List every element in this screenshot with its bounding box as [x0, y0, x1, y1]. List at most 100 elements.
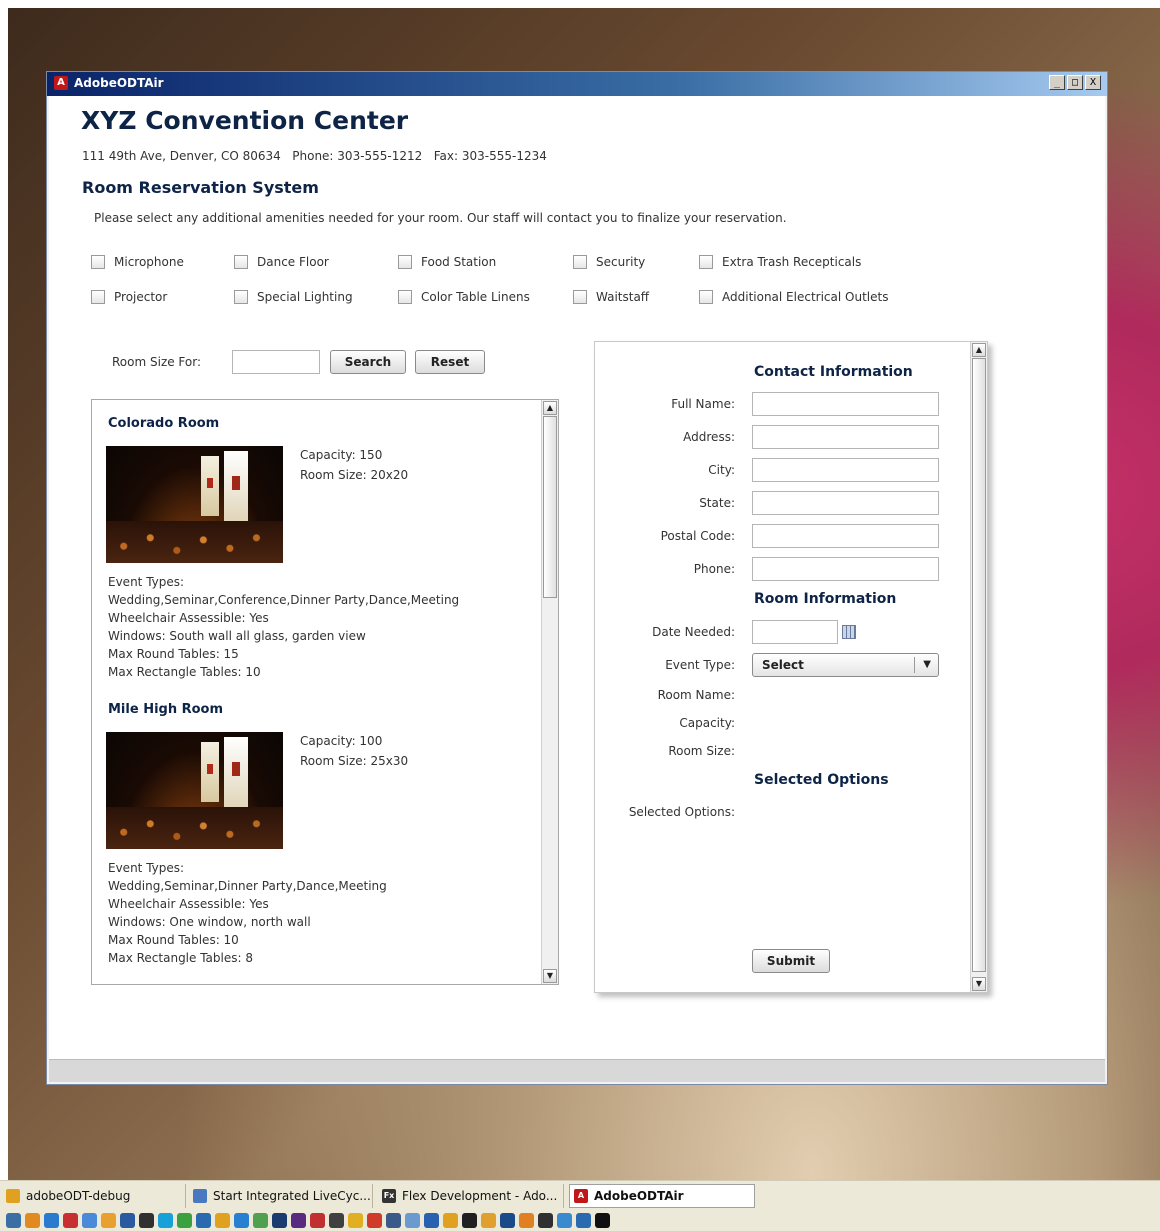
maximize-button[interactable]: □: [1067, 75, 1083, 90]
checkbox-food-station[interactable]: Food Station: [398, 255, 496, 269]
date-needed-field[interactable]: [752, 620, 838, 644]
quick-launch-icon[interactable]: [329, 1213, 344, 1228]
room-detail-line: Windows: South wall all glass, garden vi…: [108, 629, 366, 643]
checkbox-dance-floor[interactable]: Dance Floor: [234, 255, 329, 269]
checkbox-label: Additional Electrical Outlets: [722, 290, 889, 304]
checkbox-box[interactable]: [91, 255, 105, 269]
quick-launch-icon[interactable]: [139, 1213, 154, 1228]
quick-launch-icon[interactable]: [215, 1213, 230, 1228]
quick-launch-icon[interactable]: [367, 1213, 382, 1228]
quick-launch-icon[interactable]: [120, 1213, 135, 1228]
quick-launch-icon[interactable]: [424, 1213, 439, 1228]
room-list-scrollbar[interactable]: ▲ ▼: [541, 400, 558, 984]
chevron-down-icon[interactable]: ▼: [923, 659, 931, 670]
quick-launch-icon[interactable]: [310, 1213, 325, 1228]
task-label: Flex Development - Ado...: [402, 1189, 558, 1203]
checkbox-box[interactable]: [234, 255, 248, 269]
quick-launch-icon[interactable]: [101, 1213, 116, 1228]
quick-launch-icon[interactable]: [481, 1213, 496, 1228]
contact-line: 111 49th Ave, Denver, CO 80634 Phone: 30…: [82, 149, 547, 163]
full-name-field[interactable]: [752, 392, 939, 416]
quick-launch-icon[interactable]: [519, 1213, 534, 1228]
minimize-button[interactable]: _: [1049, 75, 1065, 90]
app-window: A AdobeODTAir _ □ X XYZ Convention Cente…: [46, 71, 1108, 1085]
close-button[interactable]: X: [1085, 75, 1101, 90]
checkbox-box[interactable]: [398, 290, 412, 304]
quick-launch-icon[interactable]: [538, 1213, 553, 1228]
quick-launch-icon[interactable]: [44, 1213, 59, 1228]
scroll-down-arrow-icon[interactable]: ▼: [972, 977, 986, 991]
quick-launch-icon[interactable]: [234, 1213, 249, 1228]
room-detail-line: Max Round Tables: 10: [108, 933, 239, 947]
quick-launch-icon[interactable]: [348, 1213, 363, 1228]
room-info-heading: Room Information: [754, 591, 897, 607]
room-size-info-label: Room Size:: [668, 744, 735, 758]
quick-launch-icon[interactable]: [272, 1213, 287, 1228]
checkbox-extra-trash[interactable]: Extra Trash Recepticals: [699, 255, 861, 269]
air-icon: A: [574, 1189, 588, 1203]
quick-launch-icon[interactable]: [386, 1213, 401, 1228]
checkbox-electrical-outlets[interactable]: Additional Electrical Outlets: [699, 290, 888, 304]
checkbox-projector[interactable]: Projector: [91, 290, 167, 304]
phone-field[interactable]: [752, 557, 939, 581]
quick-launch-icon[interactable]: [462, 1213, 477, 1228]
task-livecycle[interactable]: Start Integrated LiveCyc...: [189, 1184, 373, 1208]
checkbox-security[interactable]: Security: [573, 255, 645, 269]
quick-launch-icon[interactable]: [177, 1213, 192, 1228]
quick-launch-icon[interactable]: [253, 1213, 268, 1228]
address-field[interactable]: [752, 425, 939, 449]
room-size: Room Size: 25x30: [300, 754, 409, 768]
scroll-down-arrow-icon[interactable]: ▼: [543, 969, 557, 983]
checkbox-box[interactable]: [699, 255, 713, 269]
quick-launch-icon[interactable]: [6, 1213, 21, 1228]
title-bar[interactable]: A AdobeODTAir _ □ X: [47, 72, 1107, 96]
submit-button[interactable]: Submit: [752, 949, 830, 973]
search-button[interactable]: Search: [330, 350, 406, 374]
scroll-up-arrow-icon[interactable]: ▲: [543, 401, 557, 415]
checkbox-box[interactable]: [699, 290, 713, 304]
quick-launch-icon[interactable]: [443, 1213, 458, 1228]
room-size: Room Size: 20x20: [300, 468, 409, 482]
section-title: Room Reservation System: [82, 178, 319, 197]
quick-launch-icon[interactable]: [557, 1213, 572, 1228]
postal-code-field[interactable]: [752, 524, 939, 548]
checkbox-box[interactable]: [573, 255, 587, 269]
quick-launch-icon[interactable]: [405, 1213, 420, 1228]
room-size-input[interactable]: [232, 350, 320, 374]
checkbox-special-lighting[interactable]: Special Lighting: [234, 290, 353, 304]
scroll-up-arrow-icon[interactable]: ▲: [972, 343, 986, 357]
reset-button[interactable]: Reset: [415, 350, 485, 374]
checkbox-waitstaff[interactable]: Waitstaff: [573, 290, 649, 304]
quick-launch-icon[interactable]: [196, 1213, 211, 1228]
room-list[interactable]: Colorado Room Capacity: 150 Room Size: 2…: [91, 399, 559, 985]
form-scrollbar[interactable]: ▲ ▼: [970, 342, 987, 992]
room-photo: [106, 446, 283, 563]
quick-launch-icon[interactable]: [595, 1213, 610, 1228]
task-adobeodt-debug[interactable]: adobeODT-debug: [2, 1184, 186, 1208]
task-adobeodtair[interactable]: A AdobeODTAir: [569, 1184, 755, 1208]
checkbox-color-table-linens[interactable]: Color Table Linens: [398, 290, 530, 304]
checkbox-box[interactable]: [573, 290, 587, 304]
photo-detail: [207, 764, 213, 774]
checkbox-box[interactable]: [91, 290, 105, 304]
room-detail-line: Event Types:: [108, 575, 185, 589]
quick-launch-icon[interactable]: [82, 1213, 97, 1228]
task-flex-development[interactable]: Fx Flex Development - Ado...: [378, 1184, 564, 1208]
scroll-thumb[interactable]: [972, 358, 986, 972]
checkbox-box[interactable]: [398, 255, 412, 269]
city-field[interactable]: [752, 458, 939, 482]
checkbox-label: Waitstaff: [596, 290, 650, 304]
quick-launch-icon[interactable]: [291, 1213, 306, 1228]
quick-launch-icon[interactable]: [63, 1213, 78, 1228]
checkbox-box[interactable]: [234, 290, 248, 304]
event-type-select[interactable]: Select ▼: [752, 653, 939, 677]
calendar-icon[interactable]: [842, 625, 856, 639]
scroll-thumb[interactable]: [543, 416, 557, 598]
state-field[interactable]: [752, 491, 939, 515]
quick-launch-icon[interactable]: [500, 1213, 515, 1228]
quick-launch-icon[interactable]: [25, 1213, 40, 1228]
quick-launch-icon[interactable]: [576, 1213, 591, 1228]
room-detail-line: Wedding,Seminar,Dinner Party,Dance,Meeti…: [108, 879, 387, 893]
checkbox-microphone[interactable]: Microphone: [91, 255, 184, 269]
quick-launch-icon[interactable]: [158, 1213, 173, 1228]
